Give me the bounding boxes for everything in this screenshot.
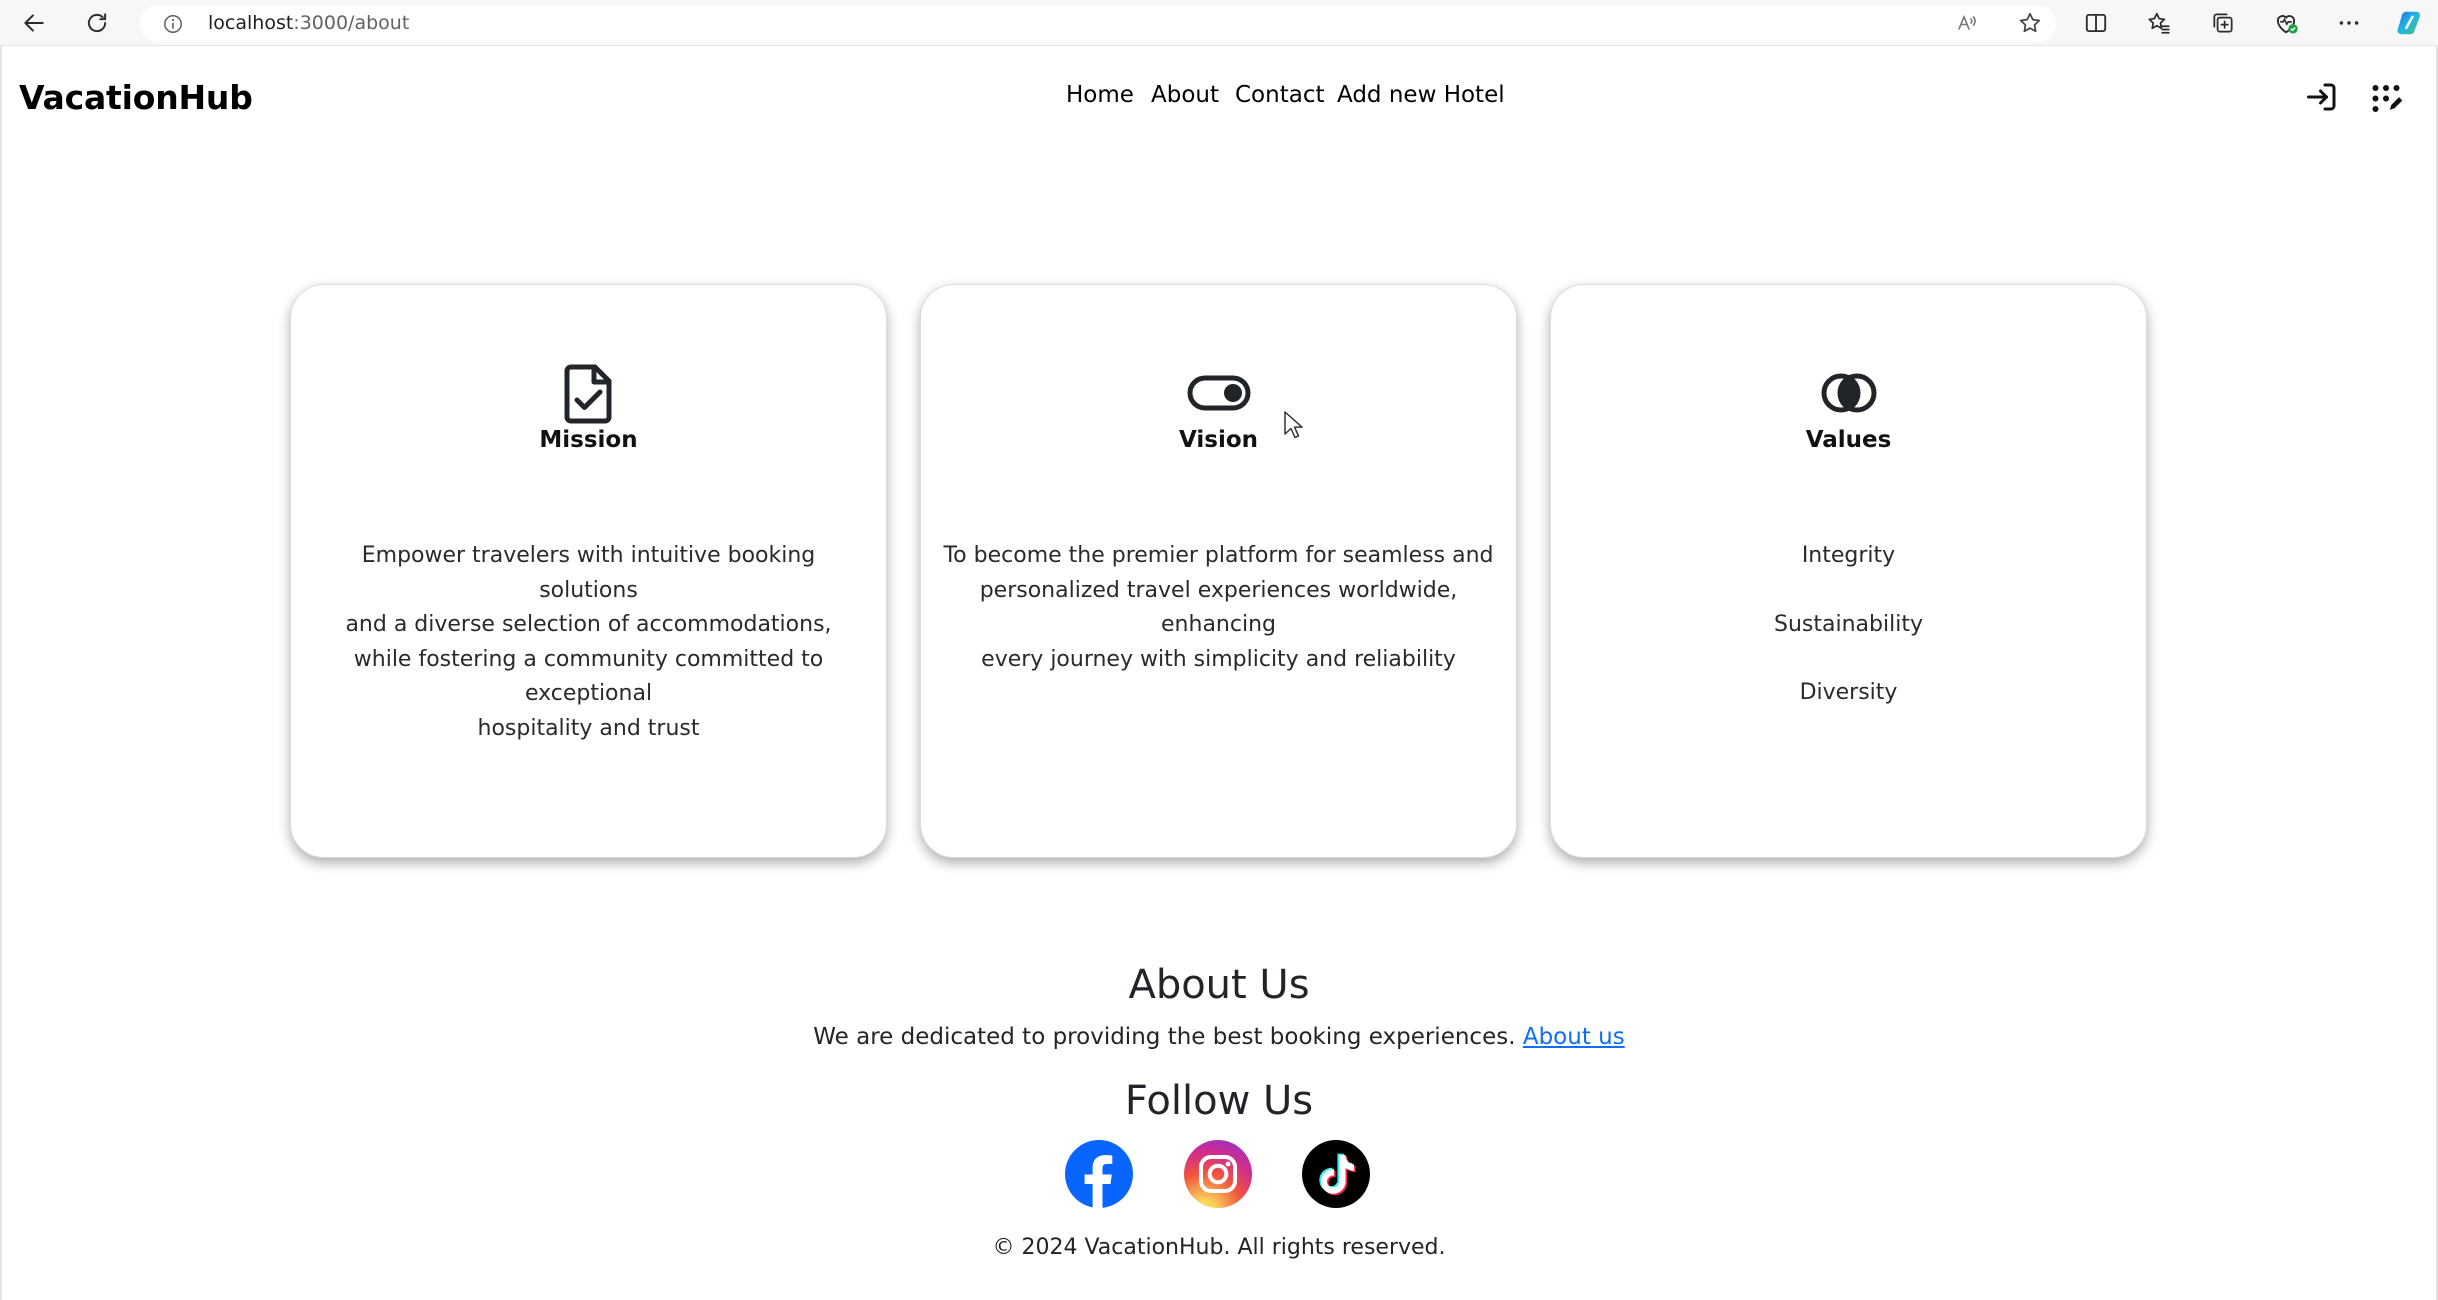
about-text: We are dedicated to providing the best b… (813, 1024, 1516, 1050)
file-check-icon (557, 361, 621, 425)
follow-heading: Follow Us (1124, 1078, 1314, 1124)
more-options-icon[interactable] (2333, 7, 2365, 39)
value-item: Diversity (1799, 680, 1898, 705)
copyright-text: © 2024 VacationHub. All rights reserved. (992, 1235, 1446, 1260)
vision-title: Vision (1178, 427, 1259, 453)
address-bar[interactable]: localhost:3000/about (140, 5, 2056, 42)
value-item: Sustainability (1774, 611, 1923, 637)
mission-text: Empower travelers with intuitive booking… (309, 539, 868, 746)
facebook-icon[interactable] (1065, 1140, 1133, 1208)
url-text[interactable]: localhost:3000/about (208, 12, 409, 34)
nav-link-add-hotel[interactable]: Add new Hotel (1337, 82, 1505, 108)
values-title: Values (1805, 427, 1892, 453)
brand-logo[interactable]: VacationHub (19, 78, 253, 117)
mission-line: while fostering a community committed to… (353, 646, 824, 707)
mission-title: Mission (539, 427, 638, 453)
grid-menu-icon[interactable] (2368, 79, 2404, 115)
intersecting-circles-icon (1817, 361, 1881, 425)
vision-text: To become the premier platform for seaml… (939, 539, 1498, 677)
mission-line: hospitality and trust (477, 715, 700, 741)
favorite-star-icon[interactable] (2014, 7, 2046, 39)
reload-icon[interactable] (81, 7, 113, 39)
split-screen-icon[interactable] (2080, 7, 2112, 39)
copilot-icon[interactable] (2394, 7, 2426, 39)
vision-line: every journey with simplicity and reliab… (981, 646, 1456, 672)
instagram-icon[interactable] (1184, 1140, 1252, 1208)
vision-line: personalized travel experiences worldwid… (979, 577, 1458, 638)
value-item: Integrity (1801, 543, 1896, 568)
nav-link-contact[interactable]: Contact (1235, 82, 1324, 108)
about-heading: About Us (1128, 962, 1310, 1008)
mission-line: and a diverse selection of accommodation… (345, 612, 832, 637)
browser-essentials-icon[interactable] (2270, 7, 2302, 39)
about-description: We are dedicated to providing the best b… (0, 1024, 2438, 1050)
browser-toolbar: localhost:3000/about (0, 0, 2438, 46)
values-list: Integrity Sustainability Diversity (1551, 539, 2146, 745)
vision-card: Vision To become the premier platform fo… (920, 284, 1517, 858)
nav-link-about[interactable]: About (1151, 82, 1219, 108)
mission-line: Empower travelers with intuitive booking… (361, 543, 816, 603)
login-icon[interactable] (2304, 79, 2340, 115)
toggle-on-icon (1187, 361, 1251, 425)
read-aloud-icon[interactable] (1951, 7, 1983, 39)
nav-link-home[interactable]: Home (1066, 82, 1134, 108)
favorites-icon[interactable] (2143, 7, 2175, 39)
vision-line: To become the premier platform for seaml… (943, 543, 1494, 568)
url-host: localhost (208, 12, 294, 34)
tiktok-icon[interactable] (1302, 1140, 1370, 1208)
values-card: Values Integrity Sustainability Diversit… (1550, 284, 2147, 858)
site-info-icon[interactable] (163, 14, 183, 34)
url-path: :3000/about (293, 12, 410, 34)
mouse-cursor-icon (1284, 411, 1303, 439)
about-us-link[interactable]: About us (1523, 1024, 1625, 1050)
back-arrow-icon[interactable] (18, 7, 50, 39)
mission-card: Mission Empower travelers with intuitive… (290, 284, 887, 858)
collections-icon[interactable] (2207, 7, 2239, 39)
